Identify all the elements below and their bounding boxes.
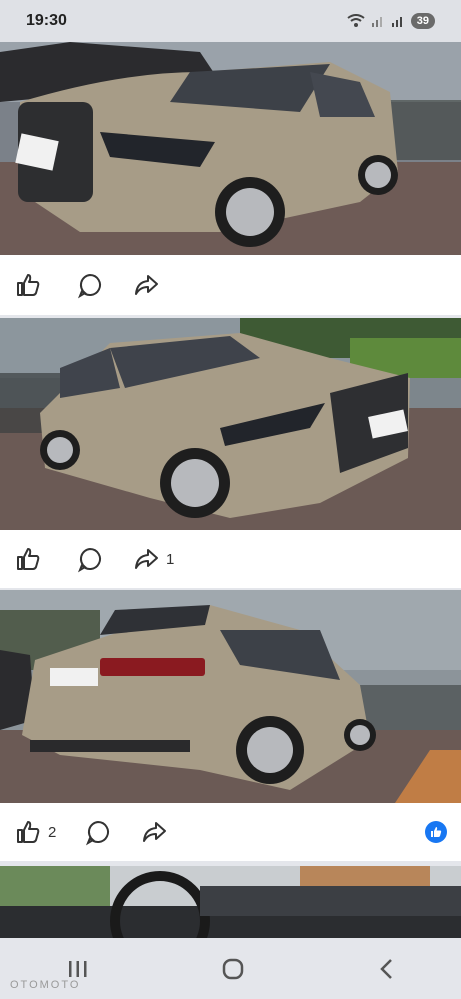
recents-icon[interactable] [67,959,89,979]
signal-icon-2 [391,17,402,27]
car-photo-front[interactable] [0,42,461,255]
comment-button[interactable] [76,545,104,573]
home-icon[interactable] [222,958,244,980]
back-icon[interactable] [378,958,394,980]
thumbs-up-icon [17,274,40,296]
thumbs-up-icon [17,821,40,843]
like-count: 2 [48,823,57,841]
share-icon [135,549,158,569]
post-actions-2: 1 [0,530,461,588]
like-button[interactable] [14,271,48,299]
comment-icon [86,820,110,846]
share-count: 1 [166,550,175,568]
share-button[interactable] [140,818,174,846]
post-actions-1 [0,255,461,315]
battery-indicator: 39 [410,13,435,29]
comment-button[interactable] [76,271,104,299]
status-bar: 19:30 39 [0,0,461,42]
share-button[interactable]: 1 [132,545,174,573]
share-icon [143,822,167,842]
watermark: OTOMOTO [10,979,81,991]
thumbs-up-icon [17,548,40,570]
signal-icon [371,17,382,27]
share-button[interactable] [132,271,166,299]
like-reaction-badge[interactable] [425,821,447,843]
post-actions-3: 2 [0,803,461,861]
like-button[interactable] [14,545,48,573]
comment-icon [77,273,101,299]
car-photo-interior[interactable] [0,866,461,938]
like-button[interactable]: 2 [14,818,56,846]
status-time: 19:30 [26,12,67,29]
wifi-icon [347,14,365,27]
comment-button[interactable] [84,818,112,846]
car-photo-rear[interactable] [0,590,461,803]
share-icon [135,275,158,295]
comment-icon [77,547,101,573]
status-icons: 39 [347,13,435,29]
thumbs-up-icon [431,827,442,837]
car-photo-side[interactable] [0,318,461,530]
